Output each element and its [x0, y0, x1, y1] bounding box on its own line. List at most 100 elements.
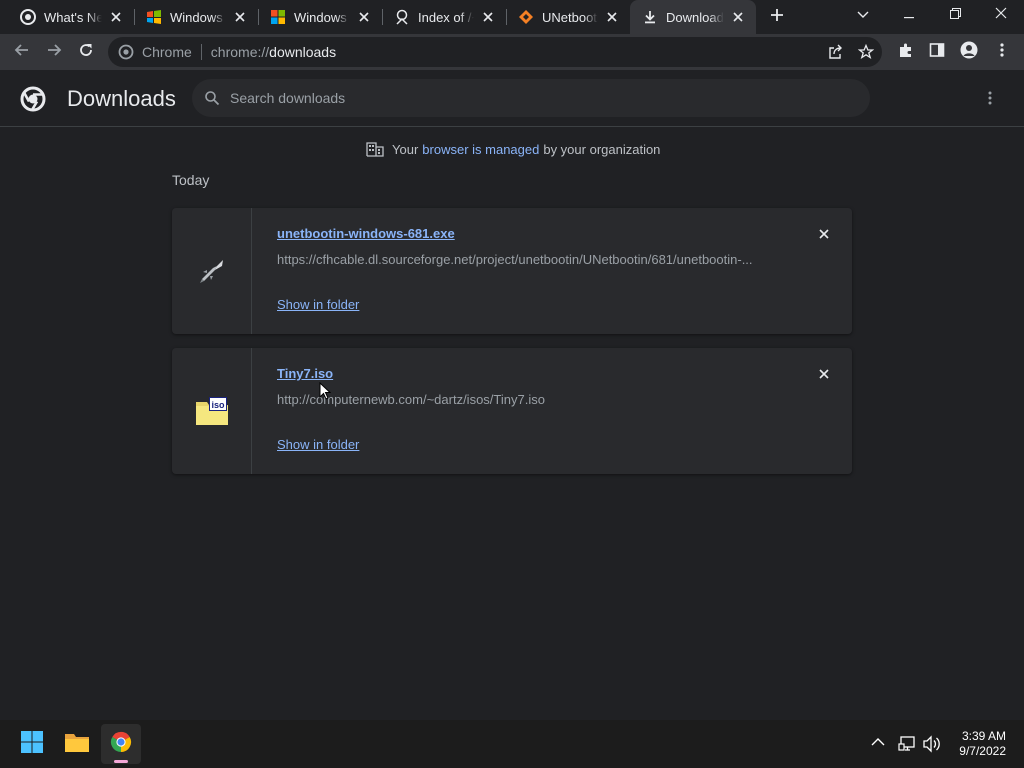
- file-icon-column: iso: [172, 348, 252, 474]
- close-icon: [819, 366, 829, 384]
- download-filename-link[interactable]: unetbootin-windows-681.exe: [277, 226, 455, 241]
- managed-link[interactable]: browser is managed: [422, 142, 539, 157]
- omnibox-divider: [200, 44, 202, 60]
- taskbar: 3:39 AM 9/7/2022: [0, 720, 1024, 768]
- chevron-up-icon[interactable]: [871, 737, 885, 747]
- mouse-cursor-icon: [319, 382, 331, 400]
- network-icon[interactable]: [898, 735, 916, 753]
- close-icon: [995, 6, 1007, 24]
- download-item: unetbootin-windows-681.exe https://cfhca…: [172, 208, 852, 334]
- download-url[interactable]: https://cfhcable.dl.sourceforge.net/proj…: [277, 252, 753, 267]
- tab-windows7-a[interactable]: Windows 7: [134, 0, 258, 34]
- side-panel-button[interactable]: [922, 37, 952, 67]
- iso-file-icon: iso: [195, 396, 229, 426]
- browser-toolbar: Chrome chrome:// downloads: [0, 34, 1024, 70]
- arrow-right-icon: [46, 42, 62, 63]
- minimize-button[interactable]: [886, 0, 932, 30]
- taskbar-clock[interactable]: 3:39 AM 9/7/2022: [959, 729, 1006, 759]
- svg-text:iso: iso: [211, 400, 225, 410]
- download-item: iso Tiny7.iso http://computernewb.com/~d…: [172, 348, 852, 474]
- restore-icon: [949, 6, 961, 24]
- show-in-folder-link[interactable]: Show in folder: [277, 437, 359, 452]
- managed-prefix: Your: [392, 141, 419, 157]
- close-tab-icon[interactable]: [108, 9, 124, 25]
- site-label: Chrome: [142, 44, 192, 60]
- download-url[interactable]: http://computernewb.com/~dartz/isos/Tiny…: [277, 392, 545, 407]
- forward-button[interactable]: [39, 37, 69, 67]
- chrome-taskbar-button[interactable]: [101, 724, 141, 764]
- tab-search-button[interactable]: [840, 0, 886, 30]
- side-panel-icon: [929, 42, 945, 63]
- tab-label: Index of /~dartz: [418, 9, 474, 25]
- downloads-header: Downloads: [0, 70, 1024, 127]
- tab-index-of[interactable]: Index of /~dartz: [382, 0, 506, 34]
- chevron-down-icon: [857, 6, 869, 24]
- windows-start-icon: [20, 730, 44, 759]
- search-bar[interactable]: [192, 79, 870, 117]
- arrow-left-icon: [14, 42, 30, 63]
- url-scheme: chrome://: [210, 44, 270, 60]
- chrome-icon: [118, 44, 134, 60]
- chrome-logo-icon: [20, 86, 46, 112]
- clock-time: 3:39 AM: [961, 729, 1006, 743]
- profile-button[interactable]: [954, 37, 984, 67]
- tab-whats-new[interactable]: What's New: [8, 0, 134, 34]
- file-icon-column: [172, 208, 252, 334]
- download-icon: [642, 9, 658, 25]
- share-icon[interactable]: [828, 44, 844, 60]
- date-section-header: Today: [172, 172, 210, 188]
- active-app-indicator: [114, 760, 128, 763]
- restore-button[interactable]: [932, 0, 978, 30]
- reload-button[interactable]: [71, 37, 101, 67]
- remove-download-button[interactable]: [814, 365, 834, 385]
- chrome-menu-button[interactable]: [987, 37, 1017, 67]
- puzzle-icon: [898, 42, 914, 63]
- windows-logo-icon: [270, 9, 286, 25]
- folder-icon: [64, 731, 90, 758]
- remove-download-button[interactable]: [814, 225, 834, 245]
- unetbootin-icon: [518, 9, 534, 25]
- server-icon: [394, 9, 410, 25]
- back-button[interactable]: [7, 37, 37, 67]
- clock-date: 9/7/2022: [959, 744, 1006, 758]
- close-tab-icon[interactable]: [480, 9, 496, 25]
- start-button[interactable]: [12, 724, 52, 764]
- tab-strip: What's New Windows 7 Windows 7 Index of …: [0, 0, 1024, 34]
- search-input[interactable]: [230, 90, 830, 106]
- volume-icon[interactable]: [922, 735, 940, 753]
- download-filename-link[interactable]: Tiny7.iso: [277, 366, 333, 381]
- file-explorer-button[interactable]: [57, 724, 97, 764]
- close-window-button[interactable]: [978, 0, 1024, 30]
- close-tab-icon[interactable]: [730, 9, 746, 25]
- plus-icon: [770, 8, 784, 27]
- tab-unetbootin[interactable]: UNetbootin: [506, 0, 630, 34]
- tab-windows7-b[interactable]: Windows 7: [258, 0, 382, 34]
- chrome-icon: [20, 9, 36, 25]
- close-tab-icon[interactable]: [356, 9, 372, 25]
- minimize-icon: [904, 6, 914, 24]
- close-icon: [819, 226, 829, 244]
- managed-suffix: by your organization: [543, 141, 661, 157]
- close-tab-icon[interactable]: [232, 9, 248, 25]
- managed-notice: Your browser is managed by your organiza…: [366, 138, 660, 160]
- close-tab-icon[interactable]: [604, 9, 620, 25]
- address-bar[interactable]: Chrome chrome:// downloads: [108, 37, 882, 67]
- page-title: Downloads: [67, 86, 176, 111]
- executable-file-icon: [198, 257, 226, 285]
- reload-icon: [78, 42, 94, 63]
- new-tab-button[interactable]: [764, 4, 790, 30]
- chrome-color-icon: [109, 730, 133, 759]
- tab-label: Windows 7: [170, 9, 226, 25]
- building-icon: [366, 141, 384, 157]
- tab-downloads[interactable]: Downloads: [630, 0, 756, 34]
- show-in-folder-link[interactable]: Show in folder: [277, 297, 359, 312]
- search-icon: [204, 90, 220, 106]
- kebab-menu-icon: [982, 90, 998, 111]
- tab-label: Downloads: [666, 9, 724, 25]
- tab-label: UNetbootin: [542, 9, 598, 25]
- tab-label: Windows 7: [294, 9, 350, 25]
- avatar-icon: [960, 41, 978, 64]
- downloads-menu-button[interactable]: [982, 90, 998, 111]
- star-icon[interactable]: [858, 44, 874, 60]
- extensions-button[interactable]: [891, 37, 921, 67]
